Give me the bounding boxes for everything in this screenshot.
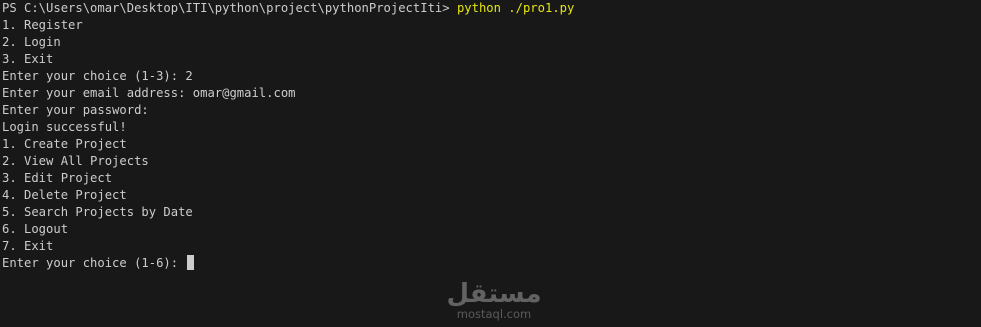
output-line: 1. Register: [2, 18, 83, 32]
output-line: Enter your email address: omar@gmail.com: [2, 86, 296, 100]
output-line: 6. Logout: [2, 222, 69, 236]
output-line: 5. Search Projects by Date: [2, 205, 193, 219]
watermark-logo: مستقل: [446, 279, 542, 309]
input-prompt-line[interactable]: Enter your choice (1-6):: [2, 255, 981, 272]
watermark: مستقل mostaql.com: [444, 281, 544, 321]
output-line: 3. Exit: [2, 52, 54, 66]
output-line: 1. Create Project: [2, 137, 127, 151]
output-line: Enter your password:: [2, 103, 149, 117]
output-line: 3. Edit Project: [2, 171, 113, 185]
terminal-window[interactable]: PS C:\Users\omar\Desktop\ITI\python\proj…: [0, 0, 981, 327]
command-prompt-line: PS C:\Users\omar\Desktop\ITI\python\proj…: [2, 0, 981, 17]
text-cursor[interactable]: [187, 255, 195, 270]
output-line: 2. View All Projects: [2, 154, 149, 168]
prompt-path: PS C:\Users\omar\Desktop\ITI\python\proj…: [2, 1, 457, 15]
output-line: Login successful!: [2, 120, 127, 134]
watermark-url: mostaql.com: [456, 307, 532, 321]
input-prompt-text: Enter your choice (1-6):: [2, 256, 186, 270]
output-line: 2. Login: [2, 35, 61, 49]
command-text: python ./pro1.py: [456, 1, 575, 15]
output-line: 4. Delete Project: [2, 188, 127, 202]
output-line: Enter your choice (1-3): 2: [2, 69, 193, 83]
output-line: 7. Exit: [2, 239, 54, 253]
